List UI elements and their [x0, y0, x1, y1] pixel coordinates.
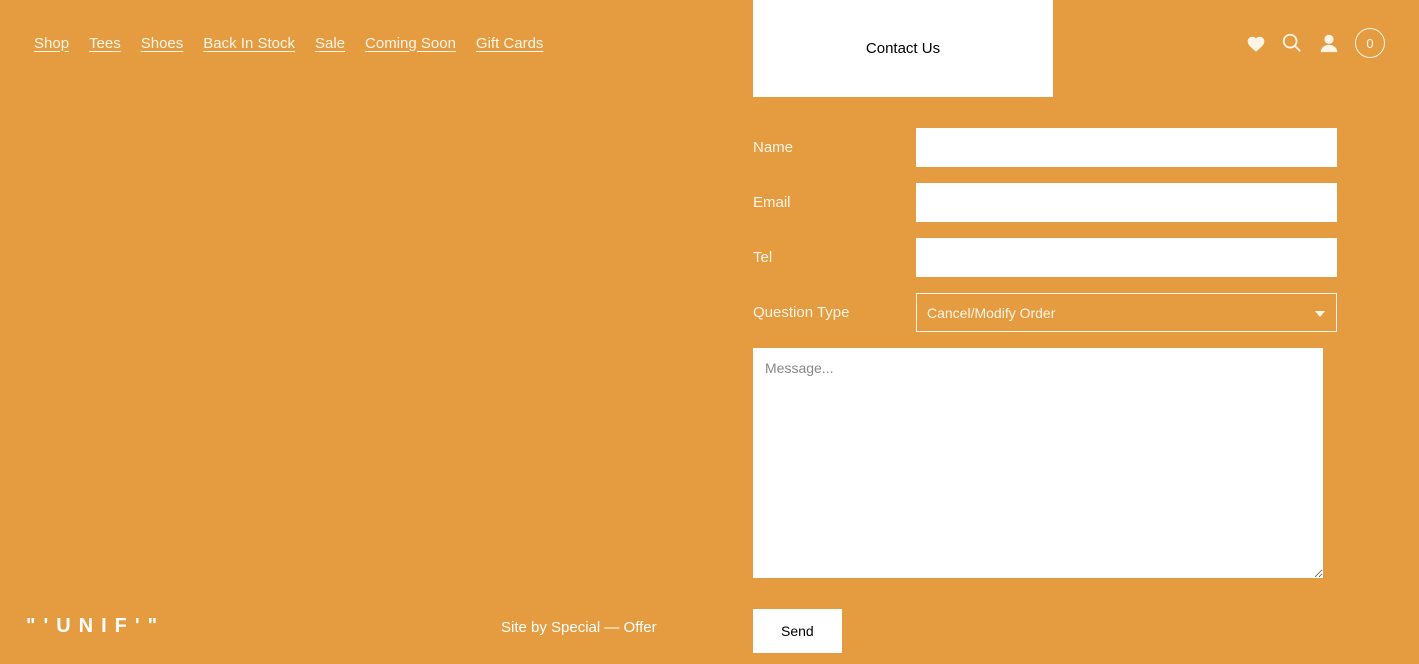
search-icon[interactable]: [1281, 32, 1303, 54]
nav-sale[interactable]: Sale: [315, 35, 345, 52]
cart-badge[interactable]: 0: [1355, 28, 1385, 58]
footer-credit: Site by Special — Offer: [501, 619, 657, 636]
header-icons: 0: [1246, 28, 1385, 58]
contact-form: Name Email Tel Question Type Cancel/Modi…: [753, 128, 1337, 653]
tel-label: Tel: [753, 249, 916, 266]
footer-logo: "'UNIF'": [26, 615, 165, 638]
nav-coming-soon[interactable]: Coming Soon: [365, 35, 456, 52]
contact-tab[interactable]: Contact Us: [753, 0, 1053, 97]
account-icon[interactable]: [1318, 32, 1340, 54]
nav-gift-cards[interactable]: Gift Cards: [476, 35, 544, 52]
nav-shoes[interactable]: Shoes: [141, 35, 184, 52]
name-label: Name: [753, 139, 916, 156]
question-type-select[interactable]: Cancel/Modify Order: [916, 293, 1337, 332]
contact-title: Contact Us: [866, 40, 940, 57]
email-label: Email: [753, 194, 916, 211]
nav-tees[interactable]: Tees: [89, 35, 121, 52]
send-button[interactable]: Send: [753, 609, 842, 653]
question-type-label: Question Type: [753, 304, 916, 321]
name-input[interactable]: [916, 128, 1337, 167]
email-input[interactable]: [916, 183, 1337, 222]
nav-shop[interactable]: Shop: [34, 35, 69, 52]
tel-input[interactable]: [916, 238, 1337, 277]
message-textarea[interactable]: [753, 348, 1323, 578]
nav-back-in-stock[interactable]: Back In Stock: [203, 35, 295, 52]
main-nav: Shop Tees Shoes Back In Stock Sale Comin…: [34, 35, 543, 52]
wishlist-icon[interactable]: [1246, 34, 1266, 52]
